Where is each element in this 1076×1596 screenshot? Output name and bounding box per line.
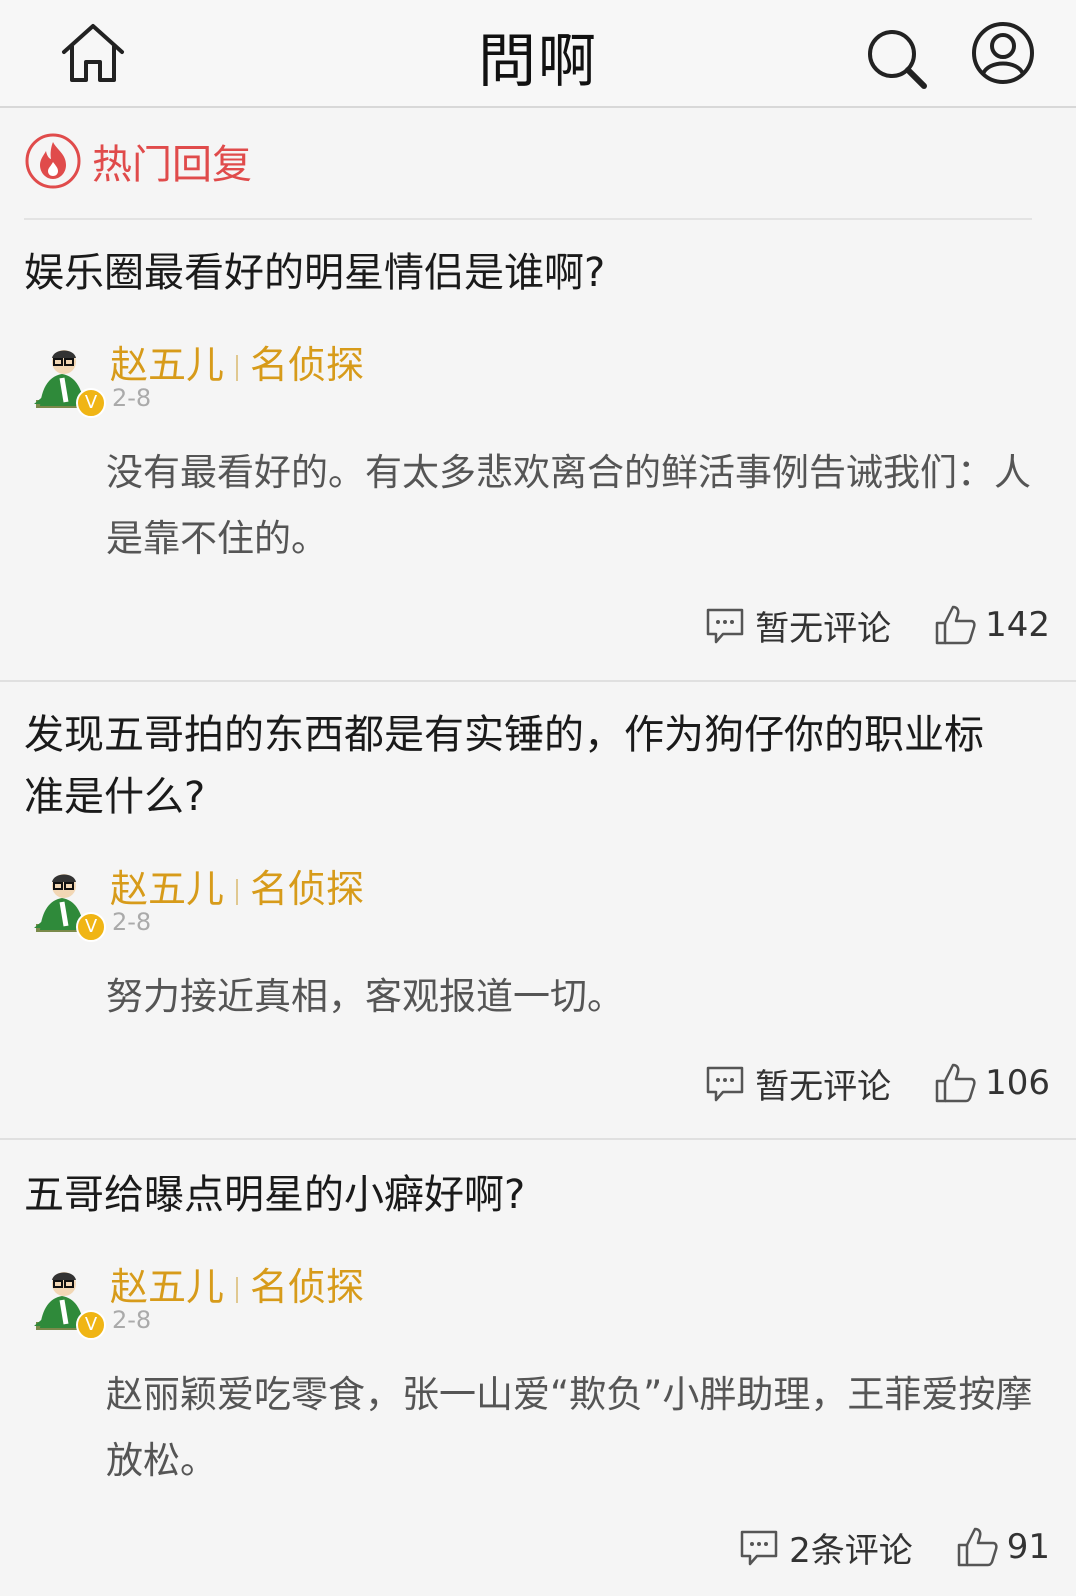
author-name-line: 赵五儿 名侦探 — [110, 858, 364, 913]
comment-count[interactable]: 暂无评论 — [755, 1059, 891, 1108]
like-count[interactable]: 106 — [985, 1063, 1050, 1103]
post-divider — [0, 1138, 1076, 1140]
comment-count[interactable]: 2条评论 — [789, 1523, 913, 1572]
top-bar: 問啊 — [0, 0, 1076, 108]
author-name[interactable]: 赵五儿 — [110, 867, 224, 911]
question-title[interactable]: 五哥给曝点明星的小癖好啊? — [24, 1164, 1024, 1226]
fire-icon — [25, 133, 81, 189]
question-title[interactable]: 发现五哥拍的东西都是有实锤的，作为狗仔你的职业标准是什么? — [24, 704, 1004, 828]
verified-badge: V — [76, 1310, 106, 1340]
comment-count[interactable]: 暂无评论 — [755, 601, 891, 650]
author-name[interactable]: 赵五儿 — [110, 1265, 224, 1309]
hot-replies-header: 热门回复 — [24, 126, 252, 196]
author-block[interactable]: V 赵五儿 名侦探 2-8 — [28, 1264, 628, 1344]
answer-text[interactable]: 赵丽颖爱吃零食，张一山爱“欺负”小胖助理，王菲爱按摩放松。 — [106, 1362, 1036, 1494]
divider — [24, 218, 1032, 220]
author-name[interactable]: 赵五儿 — [110, 343, 224, 387]
post-actions: 暂无评论 106 — [705, 1058, 1050, 1108]
post-date: 2-8 — [112, 908, 152, 936]
search-icon[interactable] — [864, 26, 930, 92]
comment-icon[interactable] — [739, 1527, 779, 1567]
like-count[interactable]: 91 — [1007, 1527, 1050, 1567]
thumbs-up-icon[interactable] — [933, 603, 977, 647]
post-actions: 暂无评论 142 — [705, 600, 1050, 650]
author-title: 名侦探 — [250, 1265, 365, 1309]
like-count[interactable]: 142 — [985, 605, 1050, 645]
answer-text[interactable]: 努力接近真相，客观报道一切。 — [106, 964, 1036, 1030]
name-separator — [236, 354, 239, 381]
verified-badge: V — [76, 388, 106, 418]
comment-icon[interactable] — [705, 1063, 745, 1103]
name-separator — [236, 1276, 239, 1303]
author-title: 名侦探 — [250, 867, 365, 911]
author-block[interactable]: V 赵五儿 名侦探 2-8 — [28, 342, 628, 422]
thumbs-up-icon[interactable] — [955, 1525, 999, 1569]
question-title[interactable]: 娱乐圈最看好的明星情侣是谁啊? — [24, 242, 1024, 304]
comment-icon[interactable] — [705, 605, 745, 645]
author-name-line: 赵五儿 名侦探 — [110, 1256, 364, 1311]
author-block[interactable]: V 赵五儿 名侦探 2-8 — [28, 866, 628, 946]
author-name-line: 赵五儿 名侦探 — [110, 334, 364, 389]
answer-text[interactable]: 没有最看好的。有太多悲欢离合的鲜活事例告诫我们：人是靠不住的。 — [106, 440, 1036, 572]
name-separator — [236, 878, 239, 905]
user-icon[interactable] — [970, 20, 1036, 86]
section-label: 热门回复 — [92, 142, 252, 188]
thumbs-up-icon[interactable] — [933, 1061, 977, 1105]
post-actions: 2条评论 91 — [739, 1522, 1050, 1572]
post-date: 2-8 — [112, 1306, 152, 1334]
author-title: 名侦探 — [250, 343, 365, 387]
post-date: 2-8 — [112, 384, 152, 412]
verified-badge: V — [76, 912, 106, 942]
post-divider — [0, 680, 1076, 682]
